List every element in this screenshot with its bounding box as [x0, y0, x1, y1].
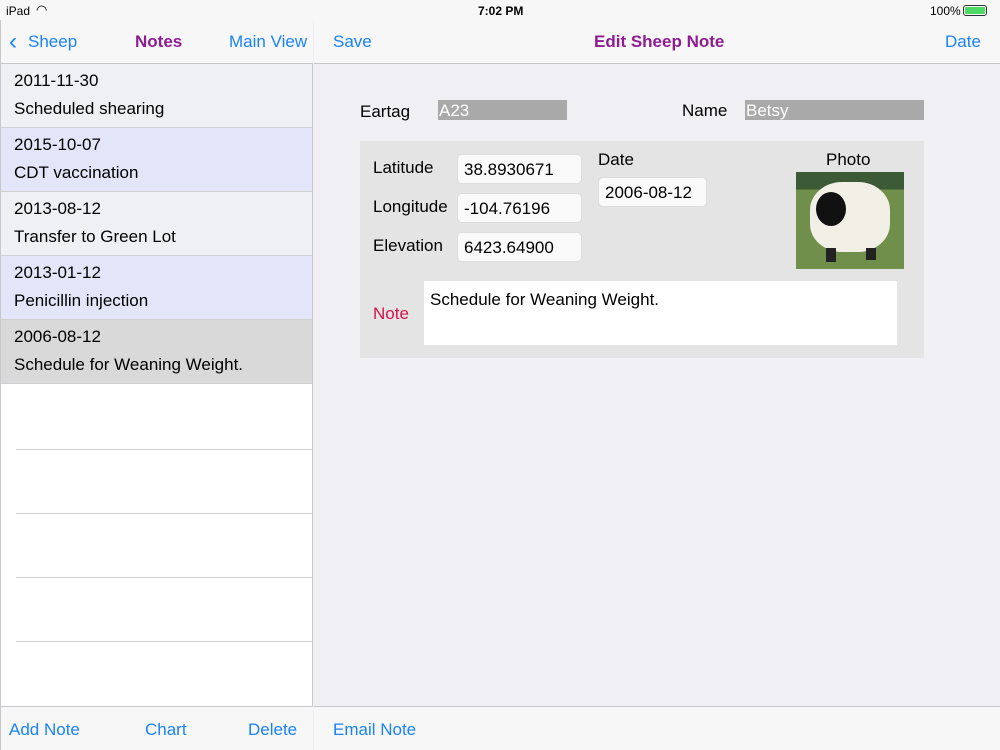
note-text: Transfer to Green Lot: [14, 227, 176, 246]
back-chevron-icon[interactable]: ‹: [9, 28, 17, 56]
note-row[interactable]: 2015-10-07 CDT vaccination: [1, 128, 312, 192]
note-date-label: Date: [598, 150, 634, 169]
master-nav-bar: ‹ Sheep Notes Main View: [1, 20, 313, 64]
elevation-field[interactable]: 6423.64900: [457, 232, 582, 262]
note-date: 2015-10-07: [14, 135, 101, 154]
add-note-button[interactable]: Add Note: [9, 720, 80, 740]
master-title: Notes: [135, 32, 183, 51]
clock: 7:02 PM: [478, 4, 524, 18]
note-row[interactable]: 2013-08-12 Transfer to Green Lot: [1, 192, 312, 256]
name-field[interactable]: Betsy: [745, 100, 924, 120]
elevation-label: Elevation: [373, 236, 443, 255]
note-text: Schedule for Weaning Weight.: [14, 355, 244, 374]
detail-toolbar: Email Note: [314, 706, 1000, 750]
battery-icon: [963, 5, 987, 16]
note-date-field[interactable]: 2006-08-12: [598, 177, 707, 207]
row-separator: [16, 641, 312, 642]
longitude-label: Longitude: [373, 197, 448, 216]
detail-nav-bar: Save Edit Sheep Note Date: [314, 20, 1000, 64]
sheep-photo[interactable]: [796, 172, 904, 269]
latitude-field[interactable]: 38.8930671: [457, 154, 582, 184]
note-row[interactable]: 2013-01-12 Penicillin injection: [1, 256, 312, 320]
note-label: Note: [373, 304, 409, 323]
back-button[interactable]: Sheep: [28, 32, 77, 52]
note-date: 2006-08-12: [14, 327, 101, 346]
eartag-label: Eartag: [360, 102, 411, 121]
main-view-button[interactable]: Main View: [229, 32, 307, 52]
delete-button[interactable]: Delete: [248, 720, 297, 740]
note-textarea[interactable]: Schedule for Weaning Weight.: [424, 281, 897, 345]
email-note-button[interactable]: Email Note: [333, 720, 416, 740]
note-date: 2013-01-12: [14, 263, 101, 282]
note-text: CDT vaccination: [14, 163, 139, 182]
master-toolbar: Add Note Chart Delete: [1, 706, 313, 750]
status-bar: iPad ◠ 7:02 PM 100%: [0, 0, 1000, 20]
chart-button[interactable]: Chart: [145, 720, 187, 740]
date-button[interactable]: Date: [945, 32, 981, 52]
row-separator: [16, 577, 312, 578]
row-separator: [16, 513, 312, 514]
row-separator: [16, 449, 312, 450]
note-details-panel: Latitude 38.8930671 Longitude -104.76196…: [360, 141, 924, 358]
detail-title: Edit Sheep Note: [594, 32, 725, 51]
note-date: 2011-11-30: [14, 71, 99, 90]
name-label: Name: [682, 101, 728, 120]
battery-percent: 100%: [930, 4, 961, 18]
eartag-field[interactable]: A23: [438, 100, 567, 120]
note-text: Penicillin injection: [14, 291, 149, 310]
note-row[interactable]: 2011-11-30 Scheduled shearing: [1, 64, 312, 128]
save-button[interactable]: Save: [333, 32, 372, 52]
latitude-label: Latitude: [373, 158, 434, 177]
photo-label: Photo: [826, 150, 871, 169]
note-text: Scheduled shearing: [14, 99, 165, 118]
longitude-field[interactable]: -104.76196: [457, 193, 582, 223]
note-date: 2013-08-12: [14, 199, 101, 218]
note-row-selected[interactable]: 2006-08-12 Schedule for Weaning Weight.: [1, 320, 312, 384]
device-label: iPad: [6, 4, 31, 18]
wifi-icon: ◠: [36, 2, 48, 17]
